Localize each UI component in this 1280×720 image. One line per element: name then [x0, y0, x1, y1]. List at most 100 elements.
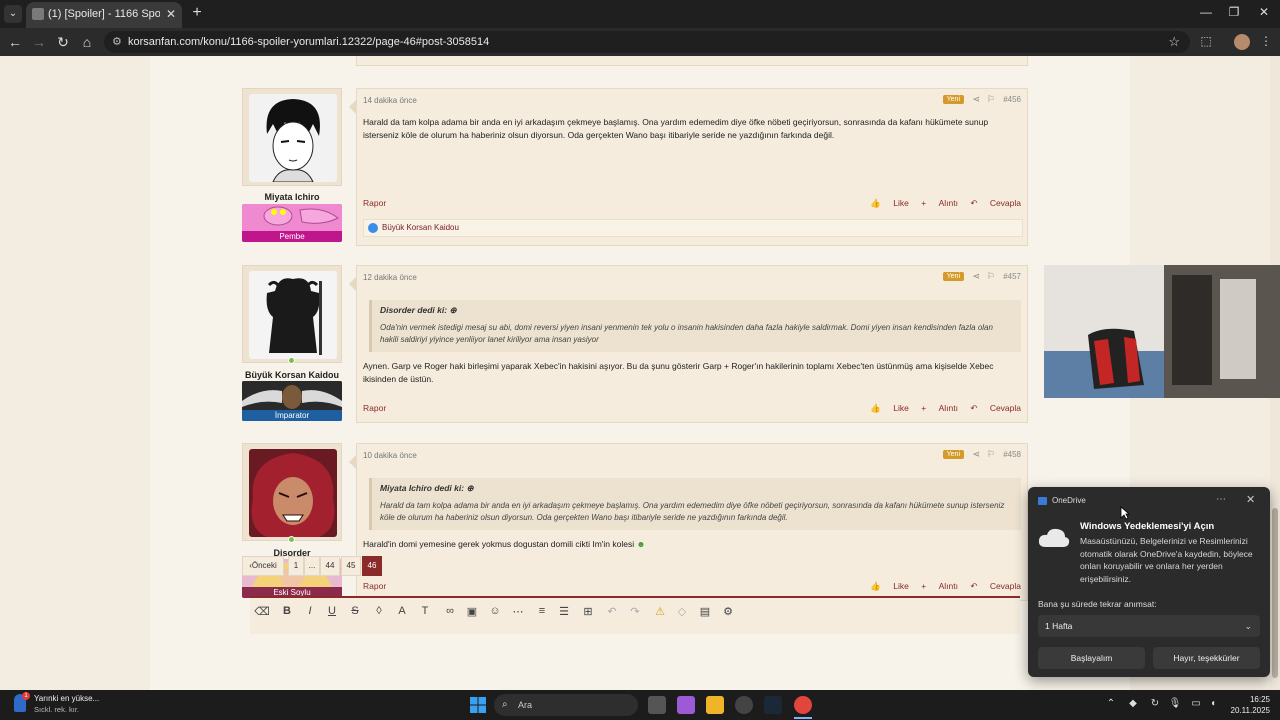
tray-sync-icon[interactable]: ↻: [1148, 698, 1162, 709]
task-view-icon[interactable]: [648, 696, 666, 714]
page-link-current[interactable]: 46: [362, 556, 382, 576]
tab-close-icon[interactable]: ✕: [166, 2, 176, 26]
reactions-bar[interactable]: Büyük Korsan Kaidou: [363, 219, 1023, 237]
undo-icon[interactable]: ↶: [604, 605, 620, 618]
emoji-icon[interactable]: ☺: [487, 605, 503, 617]
tag-icon[interactable]: ◇: [674, 605, 690, 618]
avatar[interactable]: [249, 94, 337, 182]
taskbar-search[interactable]: ⌕ Ara: [494, 694, 638, 716]
quote-button[interactable]: + Alıntı: [921, 403, 958, 413]
site-info-icon[interactable]: ⚙: [112, 31, 122, 53]
page-ellipsis[interactable]: ...: [304, 556, 320, 576]
tray-app-icon[interactable]: ◆: [1126, 698, 1140, 709]
font-size-icon[interactable]: T: [417, 605, 433, 617]
copilot-icon[interactable]: [677, 696, 695, 714]
windows-start-icon[interactable]: [470, 697, 486, 713]
post-number[interactable]: #457: [1003, 272, 1021, 281]
page-link-45[interactable]: 45: [341, 556, 361, 576]
prev-page-button[interactable]: ‹Önceki: [242, 556, 284, 576]
reply-button[interactable]: ↶ Cevapla: [970, 403, 1021, 413]
home-icon[interactable]: ⌂: [78, 33, 96, 51]
page-link-1[interactable]: 1: [288, 556, 304, 576]
network-icon[interactable]: ▭: [1189, 698, 1203, 709]
steam-icon[interactable]: [764, 696, 782, 714]
italic-icon[interactable]: I: [302, 605, 318, 617]
reload-icon[interactable]: ↻: [54, 33, 72, 51]
reply-button[interactable]: ↶ Cevapla: [970, 198, 1021, 208]
bookmark-icon[interactable]: ⚐: [987, 449, 995, 460]
underline-icon[interactable]: U: [324, 605, 340, 617]
accept-button[interactable]: Başlayalım: [1038, 647, 1145, 669]
chrome-icon[interactable]: [794, 696, 812, 714]
clear-format-icon[interactable]: ⌫: [254, 605, 270, 618]
post-time[interactable]: 10 dakika önce: [363, 451, 417, 460]
tab-search-button[interactable]: ⌄: [4, 5, 22, 23]
quote-header[interactable]: Disorder dedi ki: ⊕: [380, 305, 1013, 316]
new-tab-button[interactable]: +: [188, 4, 206, 22]
scrollbar-thumb[interactable]: [1272, 508, 1278, 678]
minimize-button[interactable]: —: [1196, 5, 1216, 19]
post-time[interactable]: 12 dakika önce: [363, 273, 417, 282]
like-button[interactable]: 👍 Like: [870, 198, 909, 208]
more-options-icon[interactable]: ⋯: [1216, 494, 1226, 505]
avatar[interactable]: [249, 449, 337, 537]
back-arrow-icon[interactable]: ←: [6, 33, 24, 51]
avatar[interactable]: [249, 271, 337, 359]
spoiler-warning-icon[interactable]: ⚠: [652, 605, 668, 618]
close-window-button[interactable]: ✕: [1254, 5, 1274, 19]
report-link[interactable]: Rapor: [363, 403, 386, 413]
file-explorer-icon[interactable]: [706, 696, 724, 714]
close-icon[interactable]: ✕: [1246, 493, 1255, 506]
settings-gear-icon[interactable]: ⚙: [720, 605, 736, 618]
template-icon[interactable]: ▤: [697, 605, 713, 618]
menu-kebab-icon[interactable]: ⋮: [1258, 34, 1274, 48]
redo-icon[interactable]: ↷: [627, 605, 643, 618]
bookmark-icon[interactable]: ⚐: [987, 271, 995, 282]
post-number[interactable]: #456: [1003, 95, 1021, 104]
browser-tab[interactable]: (1) [Spoiler] - 1166 Spoiler Yoru ✕: [26, 2, 182, 28]
bookmark-icon[interactable]: ⚐: [987, 94, 995, 105]
news-title[interactable]: Yarınki en yükse...: [34, 694, 99, 703]
report-link[interactable]: Rapor: [363, 198, 386, 208]
font-family-icon[interactable]: A: [394, 605, 410, 617]
remind-select[interactable]: 1 Hafta ⌄: [1038, 615, 1260, 637]
address-bar[interactable]: ⚙ korsanfan.com/konu/1166-spoiler-yoruml…: [104, 31, 1190, 53]
tray-chevron-up-icon[interactable]: ⌃: [1104, 698, 1118, 709]
username[interactable]: Büyük Korsan Kaidou: [242, 370, 342, 380]
volume-icon[interactable]: ◖: [1206, 698, 1220, 709]
quote-button[interactable]: + Alıntı: [921, 198, 958, 208]
post-number[interactable]: #458: [1003, 450, 1021, 459]
quote-button[interactable]: + Alıntı: [921, 581, 958, 591]
username[interactable]: Miyata Ichiro: [242, 192, 342, 202]
reply-button[interactable]: ↶ Cevapla: [970, 581, 1021, 591]
maximize-button[interactable]: ❐: [1224, 5, 1244, 19]
align-icon[interactable]: ≡: [534, 605, 550, 617]
text-color-icon[interactable]: ◊: [371, 605, 387, 617]
microphone-icon[interactable]: 🎙: [1168, 698, 1182, 709]
share-icon[interactable]: ⋖: [972, 449, 980, 460]
strikethrough-icon[interactable]: S: [347, 605, 363, 617]
share-icon[interactable]: ⋖: [972, 271, 980, 282]
table-icon[interactable]: ⊞: [580, 605, 596, 618]
profile-avatar[interactable]: [1234, 34, 1250, 50]
quote-header[interactable]: Miyata Ichiro dedi ki: ⊕: [380, 483, 1013, 494]
post-time[interactable]: 14 dakika önce: [363, 96, 417, 105]
link-icon[interactable]: ∞: [442, 605, 458, 617]
app-icon[interactable]: [735, 696, 753, 714]
like-button[interactable]: 👍 Like: [870, 581, 909, 591]
more-options-icon[interactable]: ⋯: [510, 605, 526, 618]
share-icon[interactable]: ⋖: [972, 94, 980, 105]
report-link[interactable]: Rapor: [363, 581, 386, 591]
extensions-icon[interactable]: ⬚: [1198, 34, 1214, 48]
like-button[interactable]: 👍 Like: [870, 403, 909, 413]
bookmark-star-icon[interactable]: ☆: [1168, 31, 1180, 53]
page-link-44[interactable]: 44: [320, 556, 340, 576]
bold-icon[interactable]: B: [279, 605, 295, 617]
quote-text: Harald da tam kolpa adama bir anda en iy…: [380, 501, 1005, 522]
forward-arrow-icon[interactable]: →: [30, 33, 48, 51]
decline-button[interactable]: Hayır, teşekkürler: [1153, 647, 1260, 669]
taskbar-clock[interactable]: 16:25 20.11.2025: [1226, 694, 1270, 716]
image-icon[interactable]: ▣: [464, 605, 480, 618]
reaction-user[interactable]: Büyük Korsan Kaidou: [382, 223, 459, 232]
list-icon[interactable]: ☰: [556, 605, 572, 618]
